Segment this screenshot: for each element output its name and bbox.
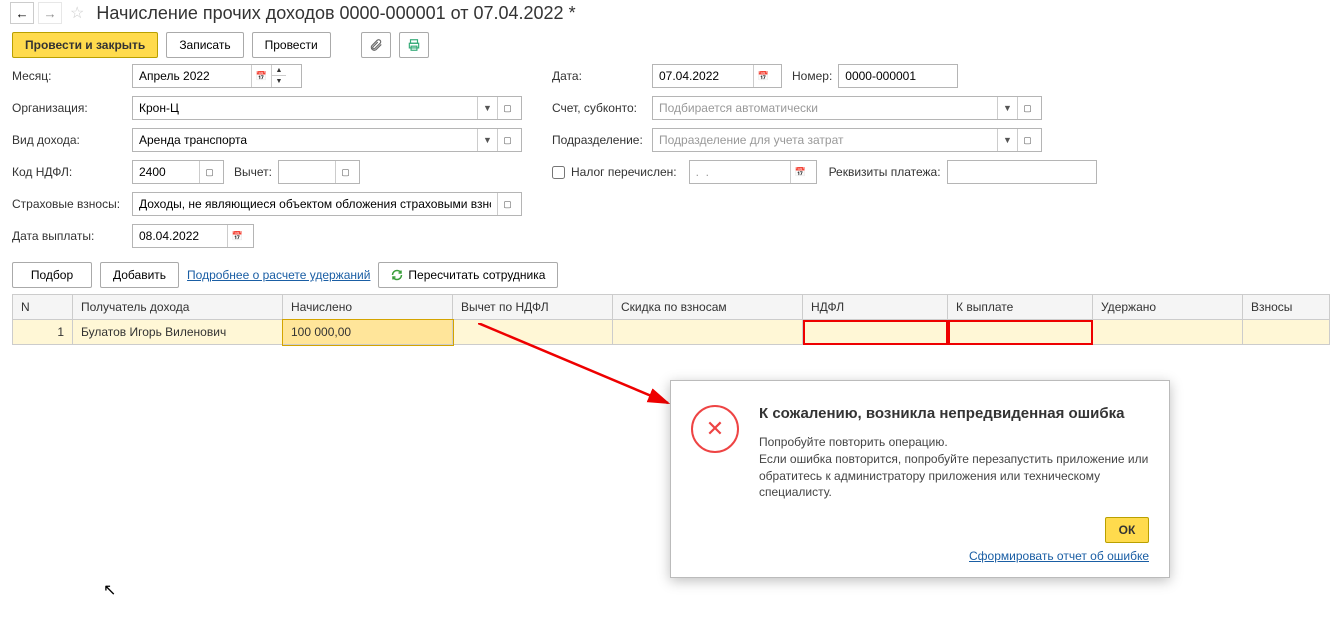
add-button[interactable]: Добавить	[100, 262, 179, 288]
more-link[interactable]: Подробнее о расчете удержаний	[187, 268, 370, 282]
th-ndfl[interactable]: НДФЛ	[803, 295, 948, 320]
dropdown-icon[interactable]: ▼	[477, 97, 497, 119]
employees-table: N Получатель дохода Начислено Вычет по Н…	[12, 294, 1330, 345]
month-label: Месяц:	[12, 69, 132, 83]
tax-paid-label: Налог перечислен:	[571, 165, 677, 179]
th-discount[interactable]: Скидка по взносам	[613, 295, 803, 320]
cell-withheld[interactable]	[1093, 320, 1243, 345]
dept-field[interactable]: ▼ ▢	[652, 128, 1042, 152]
pay-details-field[interactable]	[947, 160, 1097, 184]
th-contributions[interactable]: Взносы	[1243, 295, 1330, 320]
post-and-close-button[interactable]: Провести и закрыть	[12, 32, 158, 58]
org-label: Организация:	[12, 101, 132, 115]
dropdown-icon[interactable]: ▼	[997, 97, 1017, 119]
income-type-input[interactable]	[133, 129, 477, 151]
account-label: Счет, субконто:	[552, 101, 652, 115]
account-field[interactable]: ▼ ▢	[652, 96, 1042, 120]
contrib-input[interactable]	[133, 193, 497, 215]
attach-icon[interactable]	[361, 32, 391, 58]
date-field[interactable]: 📅	[652, 64, 782, 88]
calendar-icon[interactable]: 📅	[753, 65, 773, 87]
open-icon[interactable]: ▢	[497, 193, 517, 215]
date-label: Дата:	[552, 69, 652, 83]
save-button[interactable]: Записать	[166, 32, 243, 58]
cell-n[interactable]: 1	[13, 320, 73, 345]
income-type-field[interactable]: ▼ ▢	[132, 128, 522, 152]
cell-ndfl[interactable]	[803, 320, 948, 345]
calendar-icon[interactable]: 📅	[790, 161, 810, 183]
date-input[interactable]	[653, 65, 753, 87]
recalc-label: Пересчитать сотрудника	[408, 268, 545, 282]
th-recipient[interactable]: Получатель дохода	[73, 295, 283, 320]
favorite-star-icon[interactable]: ☆	[70, 3, 84, 23]
dept-input[interactable]	[653, 129, 997, 151]
month-field[interactable]: 📅 ▲▼	[132, 64, 302, 88]
open-icon[interactable]: ▢	[1017, 129, 1037, 151]
calendar-icon[interactable]: 📅	[227, 225, 247, 247]
deduction-field[interactable]: ▢	[278, 160, 360, 184]
error-x-icon: ✕	[691, 405, 739, 453]
dialog-ok-button[interactable]: ОК	[1105, 517, 1149, 543]
open-icon[interactable]: ▢	[1017, 97, 1037, 119]
org-field[interactable]: ▼ ▢	[132, 96, 522, 120]
table-row[interactable]: 1 Булатов Игорь Виленович 100 000,00	[13, 320, 1330, 345]
post-button[interactable]: Провести	[252, 32, 331, 58]
tax-date-input[interactable]	[690, 161, 790, 183]
pay-details-label: Реквизиты платежа:	[829, 165, 941, 179]
paydate-label: Дата выплаты:	[12, 229, 132, 243]
cell-charged[interactable]: 100 000,00	[283, 320, 453, 345]
ndfl-code-label: Код НДФЛ:	[12, 165, 132, 179]
refresh-icon	[391, 269, 403, 281]
th-charged[interactable]: Начислено	[283, 295, 453, 320]
th-deduction[interactable]: Вычет по НДФЛ	[453, 295, 613, 320]
cell-discount[interactable]	[613, 320, 803, 345]
tax-date-field[interactable]: 📅	[689, 160, 817, 184]
open-icon[interactable]: ▢	[497, 97, 517, 119]
paydate-input[interactable]	[133, 225, 227, 247]
error-report-link[interactable]: Сформировать отчет об ошибке	[691, 549, 1149, 563]
th-topay[interactable]: К выплате	[948, 295, 1093, 320]
deduction-input[interactable]	[279, 161, 335, 183]
nav-forward-button[interactable]: →	[38, 2, 62, 24]
calendar-icon[interactable]: 📅	[251, 65, 271, 87]
month-spinner[interactable]: ▲▼	[271, 65, 286, 87]
page-title: Начисление прочих доходов 0000-000001 от…	[96, 3, 575, 24]
nav-back-button[interactable]: ←	[10, 2, 34, 24]
cell-topay[interactable]	[948, 320, 1093, 345]
cell-deduction[interactable]	[453, 320, 613, 345]
income-type-label: Вид дохода:	[12, 133, 132, 147]
number-label: Номер:	[792, 69, 832, 83]
th-n[interactable]: N	[13, 295, 73, 320]
pick-button[interactable]: Подбор	[12, 262, 92, 288]
contrib-field[interactable]: ▢	[132, 192, 522, 216]
number-input[interactable]	[839, 65, 955, 87]
th-withheld[interactable]: Удержано	[1093, 295, 1243, 320]
dropdown-icon[interactable]: ▼	[477, 129, 497, 151]
month-input[interactable]	[133, 65, 251, 87]
contrib-label: Страховые взносы:	[12, 197, 132, 211]
open-icon[interactable]: ▢	[199, 161, 219, 183]
dropdown-icon[interactable]: ▼	[997, 129, 1017, 151]
paydate-field[interactable]: 📅	[132, 224, 254, 248]
dept-label: Подразделение:	[552, 133, 652, 147]
error-dialog: ✕ К сожалению, возникла непредвиденная о…	[670, 380, 1170, 578]
dialog-title: К сожалению, возникла непредвиденная оши…	[759, 405, 1149, 422]
mouse-cursor-icon: ↖	[103, 580, 116, 600]
ndfl-code-input[interactable]	[133, 161, 199, 183]
account-input[interactable]	[653, 97, 997, 119]
number-field[interactable]	[838, 64, 958, 88]
cell-contributions[interactable]	[1243, 320, 1330, 345]
ndfl-code-field[interactable]: ▢	[132, 160, 224, 184]
cell-recipient[interactable]: Булатов Игорь Виленович	[73, 320, 283, 345]
print-icon[interactable]	[399, 32, 429, 58]
dialog-text2: Если ошибка повторится, попробуйте перез…	[759, 451, 1149, 501]
open-icon[interactable]: ▢	[335, 161, 355, 183]
tax-paid-checkbox[interactable]	[552, 166, 565, 179]
open-icon[interactable]: ▢	[497, 129, 517, 151]
dialog-text1: Попробуйте повторить операцию.	[759, 434, 1149, 451]
org-input[interactable]	[133, 97, 477, 119]
pay-details-input[interactable]	[948, 161, 1094, 183]
recalc-button[interactable]: Пересчитать сотрудника	[378, 262, 558, 288]
deduction-label: Вычет:	[234, 165, 272, 179]
